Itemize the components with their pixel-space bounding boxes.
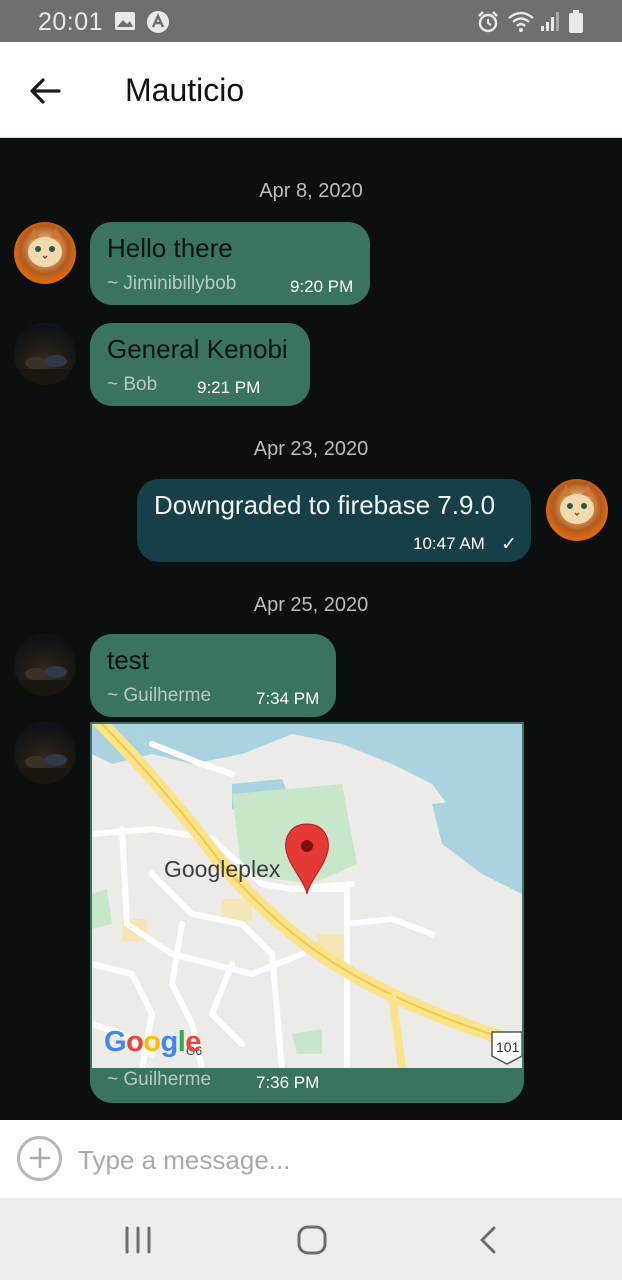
message-bubble[interactable]: Hello there ~ Jiminibillybob 9:20 PM xyxy=(90,222,370,305)
message-text: General Kenobi xyxy=(107,334,288,364)
chevron-left-icon xyxy=(480,1226,496,1254)
message-list[interactable]: Apr 8, 2020 Hello there ~ Jiminibillybob… xyxy=(0,138,622,1120)
back-button[interactable] xyxy=(22,68,68,114)
date-separator: Apr 23, 2020 xyxy=(253,438,369,460)
date-separator: Apr 25, 2020 xyxy=(253,594,369,616)
avatar[interactable] xyxy=(14,222,76,284)
wifi-icon xyxy=(508,11,534,32)
image-icon xyxy=(115,12,135,30)
message-sender: ~ Guilherme xyxy=(107,1069,212,1090)
battery-icon xyxy=(569,10,583,33)
photo-avatar-icon xyxy=(14,754,76,784)
photo-avatar-icon xyxy=(14,666,76,696)
arrow-left-icon xyxy=(30,78,61,104)
message-bubble[interactable]: General Kenobi ~ Bob 9:21 PM xyxy=(90,323,310,406)
cat-avatar-icon xyxy=(560,485,594,524)
message-text: Hello there xyxy=(107,233,233,263)
avatar[interactable] xyxy=(546,479,608,541)
message-bubble-outgoing[interactable]: Downgraded to firebase 7.9.0 10:47 AM ✓ xyxy=(137,479,531,562)
message-time: 9:21 PM xyxy=(197,378,261,397)
route-shield-label: 101 xyxy=(496,1039,520,1055)
recent-apps-button[interactable] xyxy=(116,1218,160,1262)
chat-title: Mauticio xyxy=(125,72,245,108)
assistant-icon xyxy=(147,11,169,33)
avatar[interactable] xyxy=(14,634,76,696)
system-navigation-bar xyxy=(0,1198,622,1280)
google-logo: Google xyxy=(104,1026,201,1058)
avatar[interactable] xyxy=(14,323,76,385)
message-text: test xyxy=(107,645,149,675)
home-icon xyxy=(297,1225,327,1255)
avatar[interactable] xyxy=(14,722,76,784)
message-composer xyxy=(0,1120,622,1198)
recent-apps-icon xyxy=(125,1226,151,1254)
map-graphic: 101 G6 xyxy=(92,724,522,1068)
date-separator: Apr 8, 2020 xyxy=(259,180,363,202)
message-time: 7:34 PM xyxy=(256,689,320,708)
alarm-icon xyxy=(478,11,498,33)
message-text: Downgraded to firebase 7.9.0 xyxy=(154,490,496,520)
message-time: 7:36 PM xyxy=(256,1073,320,1092)
message-sender: ~ Jiminibillybob xyxy=(107,273,237,294)
message-time: 10:47 AM xyxy=(413,534,485,553)
home-button[interactable] xyxy=(290,1218,334,1262)
message-sender: ~ Guilherme xyxy=(107,685,212,706)
map-place-label: Googleplex xyxy=(164,856,281,882)
message-input[interactable] xyxy=(78,1138,598,1182)
plus-circle-icon xyxy=(29,1147,50,1169)
location-message-bubble[interactable]: 101 G6 Googleplex Google ~ Guilherme 7:3… xyxy=(90,722,524,1103)
back-nav-button[interactable] xyxy=(466,1218,510,1262)
add-attachment-button[interactable] xyxy=(17,1136,62,1181)
sent-check-icon: ✓ xyxy=(501,534,517,555)
status-time: 20:01 xyxy=(38,8,104,36)
map-preview[interactable]: 101 G6 Googleplex Google xyxy=(92,724,522,1068)
status-bar: 20:01 xyxy=(0,0,622,42)
photo-avatar-icon xyxy=(14,355,76,385)
app-bar: Mauticio xyxy=(0,42,622,138)
cat-avatar-icon xyxy=(28,228,62,267)
message-time: 9:20 PM xyxy=(290,277,354,296)
signal-icon xyxy=(541,12,559,31)
message-sender: ~ Bob xyxy=(107,374,158,395)
message-bubble[interactable]: test ~ Guilherme 7:34 PM xyxy=(90,634,336,717)
